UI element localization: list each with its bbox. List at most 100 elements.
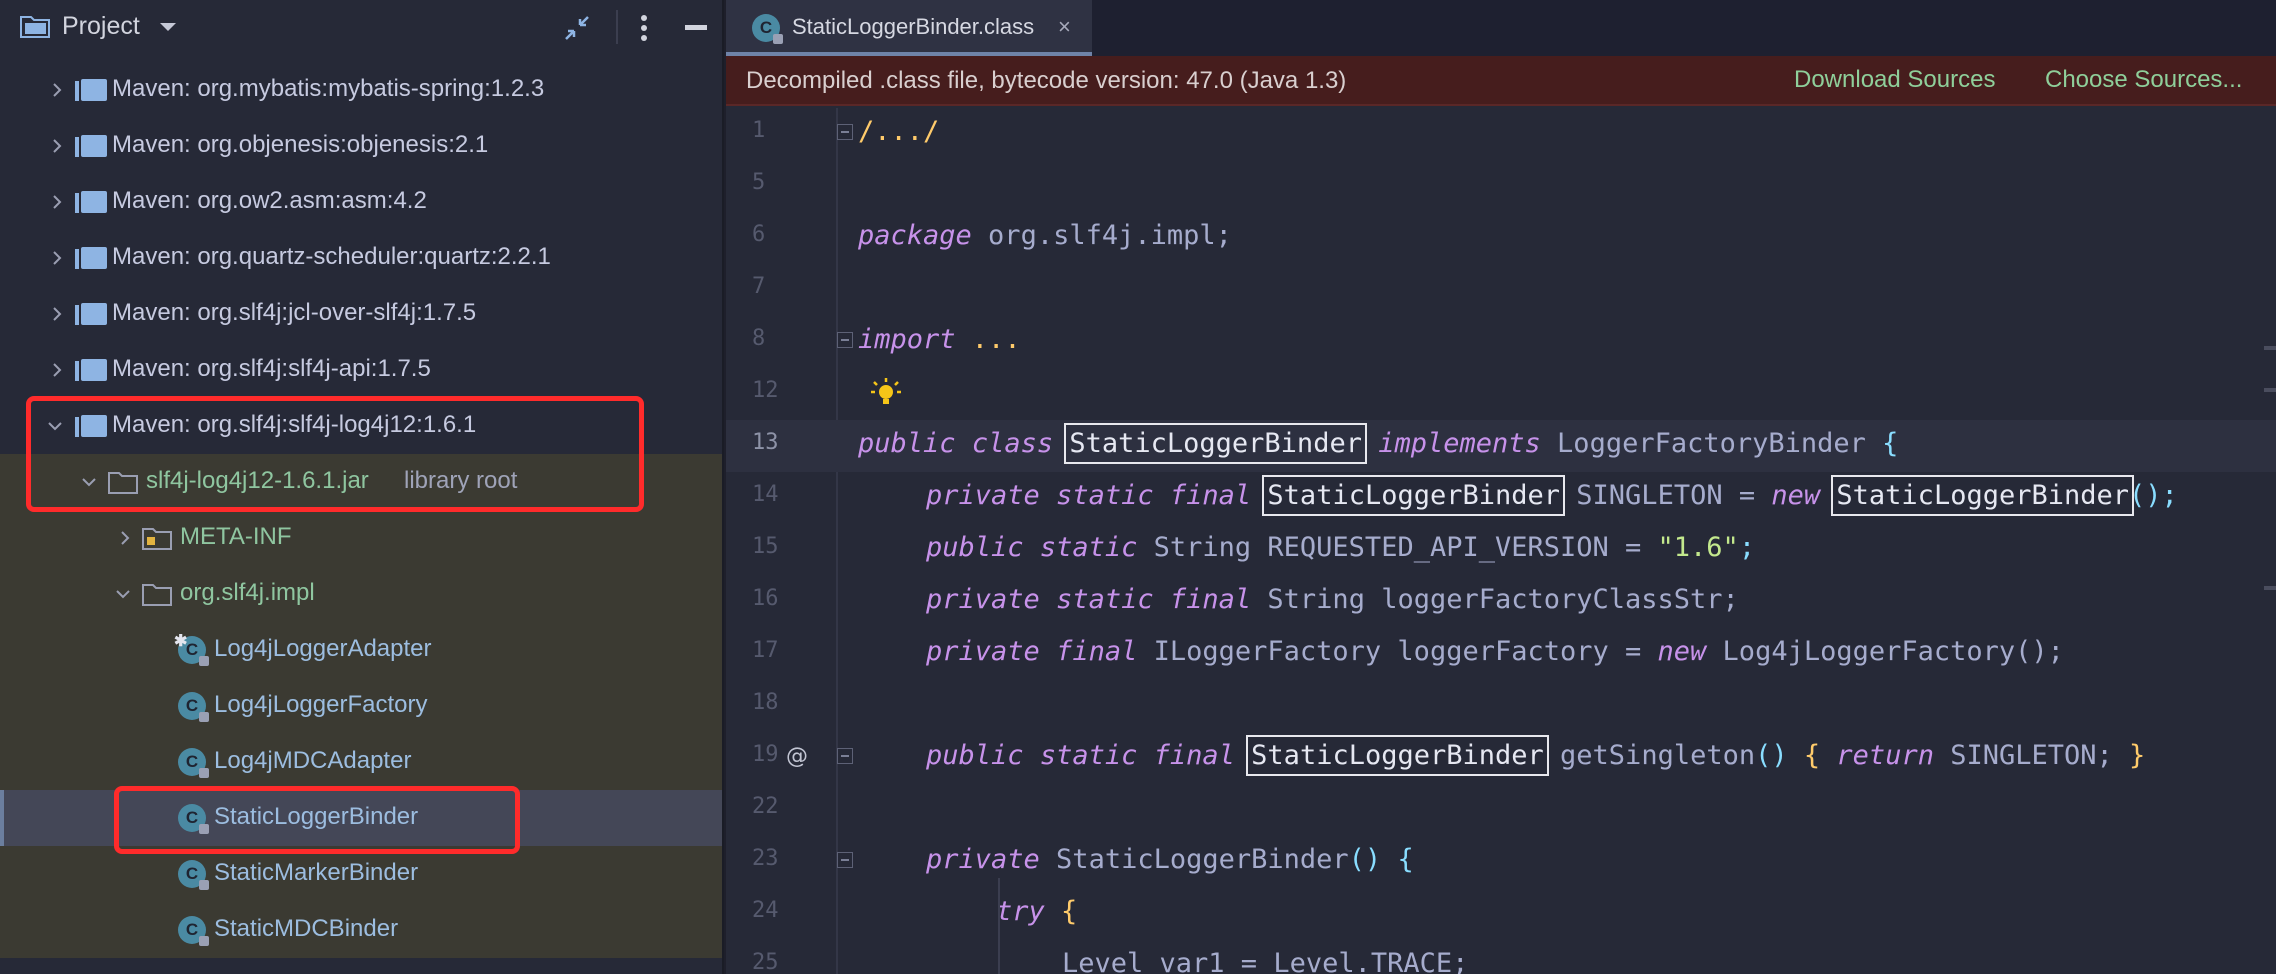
code-line: 16 private static final String loggerFac… [726,576,2276,628]
tree-item-class[interactable]: C Log4jLoggerFactory [0,678,722,734]
tree-item-asm[interactable]: Maven: org.ow2.asm:asm:4.2 [0,174,722,230]
library-icon [75,79,107,101]
collapse-all-icon[interactable] [562,13,592,43]
line-number: 12 [752,378,779,403]
code-line: 7 [726,264,2276,316]
lock-icon [199,712,209,722]
folded-comment[interactable]: /.../ [858,116,939,147]
class-icon: C [178,916,209,946]
fold-icon[interactable] [837,852,853,868]
chevron-right-icon[interactable] [118,531,132,545]
line-number: 19 [752,742,779,767]
tree-item-class[interactable]: C ✱ Log4jLoggerAdapter [0,622,722,678]
line-number: 15 [752,534,779,559]
lightbulb-icon[interactable] [868,376,904,412]
highlight-box [26,396,644,512]
tree-item-next [0,958,722,974]
code-line-current: 13 public class StaticLoggerBinder imple… [726,420,2276,472]
class-icon: C ✱ [174,633,209,666]
star-icon: ✱ [174,633,188,650]
code-text: public static String REQUESTED_API_VERSI… [926,532,1756,563]
tab-static-logger-binder[interactable]: C StaticLoggerBinder.class × [726,0,1092,56]
library-icon [75,191,107,213]
line-number: 7 [752,274,766,299]
line-number: 16 [752,586,779,611]
tree-item-objenesis[interactable]: Maven: org.objenesis:objenesis:2.1 [0,118,722,174]
tree-item-label: Maven: org.slf4j:slf4j-api:1.7.5 [112,355,431,382]
search-match: StaticLoggerBinder [1831,475,2135,516]
code-line: 17 private final ILoggerFactory loggerFa… [726,628,2276,680]
header-divider [616,10,618,44]
chevron-right-icon[interactable] [50,83,64,97]
line-number: 18 [752,690,779,715]
tree-item-label: Log4jLoggerFactory [214,691,428,718]
lock-icon [199,936,209,946]
banner-text: Decompiled .class file, bytecode version… [746,67,1347,94]
line-number: 17 [752,638,779,663]
project-tool-window: Project Maven: org.mybatis:mybatis-sprin… [0,0,724,974]
tree-item-label: Maven: org.ow2.asm:asm:4.2 [112,187,427,214]
close-icon[interactable]: × [1058,14,1071,40]
tree-item-label: Maven: org.mybatis:mybatis-spring:1.2.3 [112,75,545,102]
lock-icon [199,768,209,778]
tree-item-class[interactable]: C Log4jMDCAdapter [0,734,722,790]
code-line: 8 import ... [726,316,2276,368]
hide-panel-icon[interactable] [685,25,707,30]
line-number: 5 [752,170,766,195]
tree-item-label: StaticMDCBinder [214,915,399,942]
download-sources-link[interactable]: Download Sources [1794,66,1995,94]
tree-item-package[interactable]: org.slf4j.impl [0,566,722,622]
code-line: 14 private static final StaticLoggerBind… [726,472,2276,524]
tree-item-jcl-over-slf4j[interactable]: Maven: org.slf4j:jcl-over-slf4j:1.7.5 [0,286,722,342]
override-marker-icon[interactable]: @ [786,744,808,769]
chevron-right-icon[interactable] [50,195,64,209]
fold-icon[interactable] [837,124,853,140]
class-icon: C [752,14,783,44]
tree-item-meta-inf[interactable]: META-INF [0,510,722,566]
tree-item-slf4j-api[interactable]: Maven: org.slf4j:slf4j-api:1.7.5 [0,342,722,398]
chevron-down-icon[interactable] [160,23,176,31]
options-menu-icon[interactable] [638,14,650,42]
lock-icon [199,880,209,890]
tree-item-class[interactable]: C StaticMarkerBinder [0,846,722,902]
scroll-marker[interactable] [2264,346,2276,350]
editor-pane: C StaticLoggerBinder.class × Decompiled … [726,0,2276,974]
tree-item-mybatis-spring[interactable]: Maven: org.mybatis:mybatis-spring:1.2.3 [0,62,722,118]
line-number: 24 [752,898,779,923]
code-editor[interactable]: 1 /.../ 5 6 package org.slf4j.impl; 7 8 … [726,108,2276,974]
chevron-down-icon[interactable] [116,587,130,601]
line-number: 8 [752,326,766,351]
class-icon: C [178,692,209,722]
chevron-right-icon[interactable] [50,307,64,321]
code-line: 12 [726,368,2276,420]
tree-item-quartz[interactable]: Maven: org.quartz-scheduler:quartz:2.2.1 [0,230,722,286]
code-text: Level var1 = Level.TRACE; [1062,948,1469,974]
tree-item-label: META-INF [180,523,292,550]
choose-sources-link[interactable]: Choose Sources... [2045,66,2242,94]
project-panel-title[interactable]: Project [62,12,140,41]
package-folder-icon [142,584,172,606]
fold-icon[interactable] [837,748,853,764]
code-text: package org.slf4j.impl; [858,220,1232,251]
scroll-marker[interactable] [2264,388,2276,392]
chevron-right-icon[interactable] [50,251,64,265]
search-match: StaticLoggerBinder [1262,475,1566,516]
tree-item-label: StaticMarkerBinder [214,859,419,886]
code-line: 6 package org.slf4j.impl; [726,212,2276,264]
scroll-marker[interactable] [2264,586,2276,590]
decompiled-banner: Decompiled .class file, bytecode version… [726,56,2276,106]
code-line: 25 Level var1 = Level.TRACE; [726,940,2276,974]
code-text: public class StaticLoggerBinder implemen… [858,423,1899,464]
code-line: 18 [726,680,2276,732]
chevron-right-icon[interactable] [50,363,64,377]
tree-item-class[interactable]: C StaticMDCBinder [0,902,722,958]
tree-item-label: org.slf4j.impl [180,579,315,606]
line-number: 13 [752,430,779,455]
library-icon [75,359,107,381]
chevron-right-icon[interactable] [50,139,64,153]
line-number: 14 [752,482,779,507]
fold-icon[interactable] [837,332,853,348]
code-text: private static final StaticLoggerBinder … [926,475,2178,516]
library-icon [75,247,107,269]
line-number: 22 [752,794,779,819]
